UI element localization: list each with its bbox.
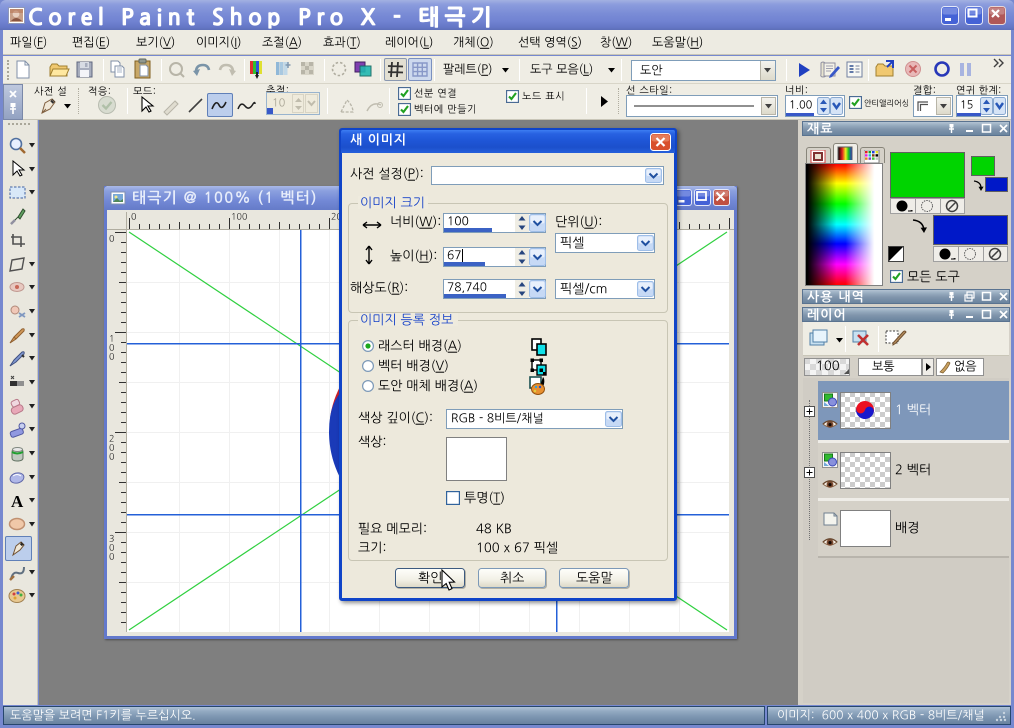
svg-text:A: A (11, 492, 24, 511)
